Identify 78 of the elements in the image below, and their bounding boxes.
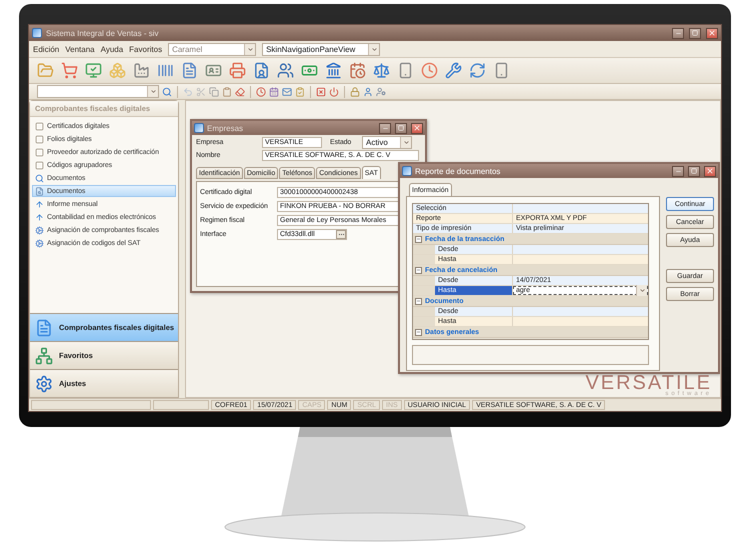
caret-icon [370, 46, 378, 52]
clock-icon[interactable] [256, 86, 266, 96]
collapse-icon[interactable] [415, 266, 422, 274]
gear-icon [35, 374, 53, 392]
maximize-button[interactable] [688, 166, 700, 176]
caret-icon [246, 46, 254, 52]
minimize-button[interactable] [672, 28, 684, 38]
close-button[interactable] [411, 122, 423, 134]
folder-icon[interactable] [37, 62, 54, 79]
document-user-icon[interactable] [253, 62, 270, 79]
caret-icon [402, 139, 410, 146]
logo-text: VERSATILE [585, 375, 712, 391]
app-icon [194, 123, 204, 133]
window-title: Reporte de documentos [415, 166, 500, 176]
minimize-button[interactable] [379, 122, 391, 134]
close-button[interactable] [706, 28, 718, 38]
user-icon[interactable] [363, 86, 373, 96]
refresh-icon[interactable] [469, 62, 486, 79]
close-icon [413, 124, 421, 132]
close-icon [706, 167, 714, 175]
app-icon [32, 28, 42, 38]
id-card-icon[interactable] [205, 62, 222, 79]
maximize-button[interactable] [395, 122, 407, 134]
search-icon[interactable] [162, 86, 172, 96]
browse-button[interactable] [336, 230, 346, 239]
maximize-icon [398, 125, 404, 131]
document-icon [35, 186, 44, 196]
window-title: Empresas [207, 124, 244, 132]
tools-icon[interactable] [445, 62, 462, 79]
phone-icon[interactable] [493, 62, 510, 79]
caret-icon [150, 88, 156, 95]
ellipsis-icon [338, 231, 344, 238]
minimize-button[interactable] [672, 166, 684, 176]
maximize-icon [692, 30, 698, 36]
eraser-icon[interactable] [235, 86, 245, 96]
clock-icon[interactable] [421, 62, 438, 79]
maximize-button[interactable] [689, 28, 701, 38]
status-dropdown[interactable]: Activo [362, 136, 412, 149]
paste-icon[interactable] [222, 86, 232, 96]
factory-icon[interactable] [133, 62, 150, 79]
arrow-up-icon [35, 200, 44, 208]
collapse-icon[interactable] [415, 298, 422, 304]
calendar-icon[interactable] [269, 86, 279, 96]
monitor-check-icon[interactable] [85, 62, 102, 79]
maximize-icon [691, 168, 697, 174]
dropdown-button[interactable] [636, 285, 647, 296]
menu-item[interactable]: Favoritos [129, 44, 162, 54]
scale-icon[interactable] [373, 62, 390, 79]
window-title: Sistema Integral de Ventas - siv [46, 28, 158, 38]
document-icon [35, 318, 53, 336]
copy-icon[interactable] [209, 86, 219, 96]
menu-item[interactable]: Ayuda [100, 44, 124, 54]
search-icon [35, 174, 44, 182]
arrow-up-icon [35, 212, 44, 222]
user-settings-icon[interactable] [376, 86, 386, 96]
calendar-clock-icon[interactable] [349, 62, 366, 79]
search-field[interactable] [37, 85, 159, 98]
document-icon[interactable] [181, 62, 198, 79]
menu-item[interactable]: Edición [33, 44, 60, 54]
power-icon[interactable] [329, 86, 339, 96]
caret-icon [638, 287, 646, 294]
skin-dropdown[interactable]: SkinNavigationPaneView [262, 42, 380, 56]
mail-icon[interactable] [282, 86, 292, 96]
bank-icon[interactable] [325, 62, 342, 79]
menu-item[interactable]: Ventana [65, 44, 95, 54]
clipboard-check-icon[interactable] [295, 86, 305, 96]
close-square-icon[interactable] [316, 86, 326, 96]
lock-icon[interactable] [350, 86, 360, 96]
close-button[interactable] [704, 166, 716, 176]
phone-icon[interactable] [397, 62, 414, 79]
users-icon[interactable] [277, 62, 294, 79]
collapse-icon[interactable] [415, 236, 422, 242]
barcode-icon[interactable] [157, 62, 174, 79]
close-icon [708, 29, 716, 37]
app-icon [402, 166, 412, 176]
hierarchy-icon [35, 346, 53, 364]
collapse-icon[interactable] [415, 328, 422, 336]
cart-icon[interactable] [61, 62, 78, 79]
